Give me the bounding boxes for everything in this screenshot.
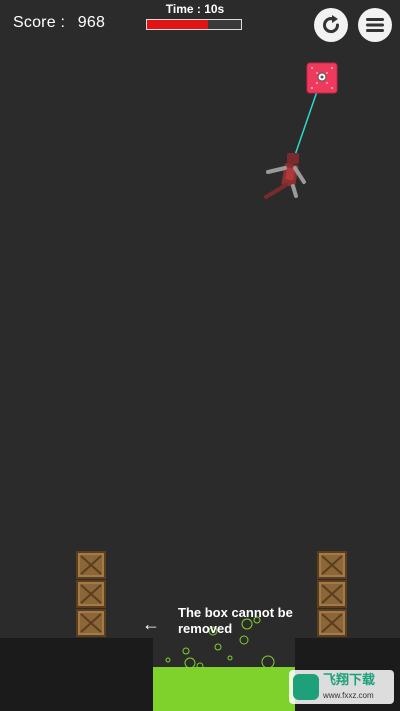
score-display: Score : 968 — [13, 14, 105, 32]
hint-line-1: The box cannot be — [178, 605, 293, 620]
acid-pool — [153, 667, 295, 711]
crate — [317, 580, 347, 608]
crate — [317, 609, 347, 637]
crate — [76, 609, 106, 637]
floor-left — [0, 638, 153, 711]
rope — [293, 76, 323, 159]
watermark-text: 飞翔下载 — [323, 671, 376, 687]
hamburger-menu-icon — [366, 18, 384, 32]
hint-line-2: removed — [178, 621, 233, 636]
watermark: 飞翔下载 www.fxxz.com — [289, 670, 394, 704]
crate — [317, 551, 347, 579]
timer-label: Time : 10s — [165, 2, 225, 16]
score-value: 968 — [77, 14, 106, 31]
hint-arrow-icon: ← — [142, 614, 160, 634]
timer: Time : 10s — [145, 2, 245, 30]
crate — [76, 580, 106, 608]
watermark-logo-icon — [293, 674, 319, 700]
menu-button[interactable] — [358, 8, 392, 42]
restart-icon — [323, 15, 340, 34]
crate — [76, 551, 106, 579]
watermark-domain: www.fxxz.com — [323, 690, 374, 700]
target-icon — [317, 72, 327, 82]
timer-fill — [147, 20, 209, 29]
anchor-box — [306, 62, 338, 94]
ragdoll-character — [264, 153, 306, 199]
score-label: Score : — [13, 14, 66, 31]
timer-bar — [146, 19, 242, 30]
restart-button[interactable] — [314, 8, 348, 42]
hint-text: The box cannot be removed — [178, 605, 293, 637]
